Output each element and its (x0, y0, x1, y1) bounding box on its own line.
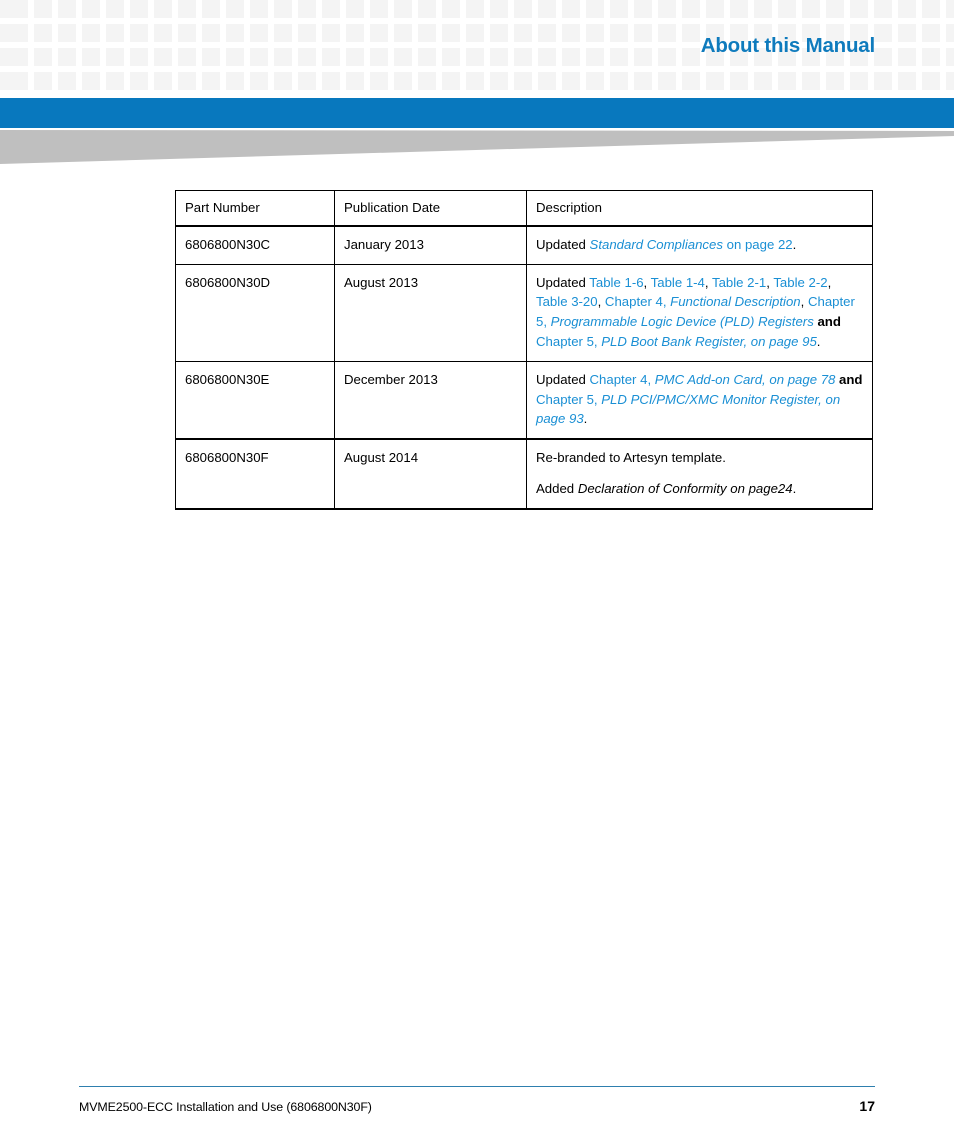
desc-paragraph: Added Declaration of Conformity on page2… (536, 479, 863, 499)
desc-conjunction: and (835, 371, 863, 387)
table-header: Part Number Publication Date Description (175, 189, 873, 227)
desc-period: . (792, 480, 797, 496)
cross-reference-chapter[interactable]: Chapter 4, (590, 372, 655, 387)
cross-reference-title[interactable]: Declaration of Conformity on page24 (578, 481, 793, 496)
cell-publication-date: August 2014 (334, 438, 527, 510)
table-body: 6806800N30C January 2013 Updated Standar… (175, 225, 873, 510)
table-header-row: Part Number Publication Date Description (175, 189, 873, 227)
desc-lead-text: Added (536, 480, 578, 496)
page-content: Part Number Publication Date Description… (175, 189, 873, 510)
cross-reference-link[interactable]: Table 2-2 (773, 275, 827, 290)
footer-document-title: MVME2500-ECC Installation and Use (68068… (79, 1100, 372, 1114)
cross-reference-chapter-title[interactable]: Programmable Logic Device (PLD) Register… (551, 314, 814, 329)
table-row: 6806800N30D August 2013 Updated Table 1-… (175, 263, 873, 362)
cell-description: Updated Table 1-6, Table 1-4, Table 2-1,… (526, 263, 873, 362)
table-row: 6806800N30C January 2013 Updated Standar… (175, 225, 873, 265)
footer-row: MVME2500-ECC Installation and Use (68068… (79, 1098, 875, 1114)
cross-reference-chapter[interactable]: Chapter 5, (536, 334, 601, 349)
cell-description: Updated Chapter 4, PMC Add-on Card, on p… (526, 360, 873, 440)
cell-part-number: 6806800N30C (175, 225, 335, 265)
cross-reference-link[interactable]: Table 3-20 (536, 294, 598, 309)
page-footer: MVME2500-ECC Installation and Use (68068… (79, 1086, 875, 1114)
desc-separator: , (827, 274, 832, 290)
desc-lead-text: Updated (536, 236, 590, 252)
desc-period: . (816, 333, 821, 349)
cross-reference-link[interactable]: Table 2-1 (712, 275, 766, 290)
header-blue-band (0, 98, 954, 128)
page-title: About this Manual (700, 34, 875, 57)
cell-publication-date: August 2013 (334, 263, 527, 362)
cross-reference-link[interactable]: Table 1-4 (651, 275, 705, 290)
desc-separator: , (643, 274, 651, 290)
desc-lead-text: Updated (536, 274, 590, 290)
cross-reference-chapter-title[interactable]: Functional Description (670, 294, 800, 309)
cell-part-number: 6806800N30E (175, 360, 335, 440)
footer-page-number: 17 (859, 1098, 875, 1114)
page-header: About this Manual (0, 0, 954, 96)
cell-description: Re-branded to Artesyn template. Added De… (526, 438, 873, 510)
footer-divider (79, 1086, 875, 1087)
desc-separator: , (597, 294, 605, 310)
table-row: 6806800N30E December 2013 Updated Chapte… (175, 360, 873, 440)
desc-lead-text: Updated (536, 371, 590, 387)
cross-reference-chapter-title[interactable]: PLD Boot Bank Register, on page 95 (601, 334, 817, 349)
desc-period: . (792, 236, 797, 252)
column-header-publication-date: Publication Date (334, 189, 527, 227)
cell-publication-date: December 2013 (334, 360, 527, 440)
revision-history-table: Part Number Publication Date Description… (175, 189, 873, 510)
desc-paragraph: Re-branded to Artesyn template. (536, 450, 726, 466)
cell-part-number: 6806800N30F (175, 438, 335, 510)
desc-separator: , (704, 274, 712, 290)
column-header-part-number: Part Number (175, 189, 335, 227)
cross-reference-page[interactable]: on page 22 (723, 237, 793, 252)
desc-conjunction: and (813, 314, 841, 330)
header-gray-wedge (0, 130, 954, 164)
column-header-description: Description (526, 189, 873, 227)
cross-reference-link[interactable]: Standard Compliances (590, 237, 723, 252)
cross-reference-chapter-title[interactable]: PMC Add-on Card, on page 78 (655, 372, 836, 387)
desc-separator: , (800, 294, 808, 310)
table-row: 6806800N30F August 2014 Re-branded to Ar… (175, 438, 873, 510)
cell-part-number: 6806800N30D (175, 263, 335, 362)
desc-period: . (583, 411, 588, 427)
cross-reference-chapter[interactable]: Chapter 5, (536, 392, 601, 407)
cell-publication-date: January 2013 (334, 225, 527, 265)
cross-reference-link[interactable]: Table 1-6 (589, 275, 643, 290)
cross-reference-chapter[interactable]: Chapter 4, (605, 294, 670, 309)
cell-description: Updated Standard Compliances on page 22. (526, 225, 873, 265)
